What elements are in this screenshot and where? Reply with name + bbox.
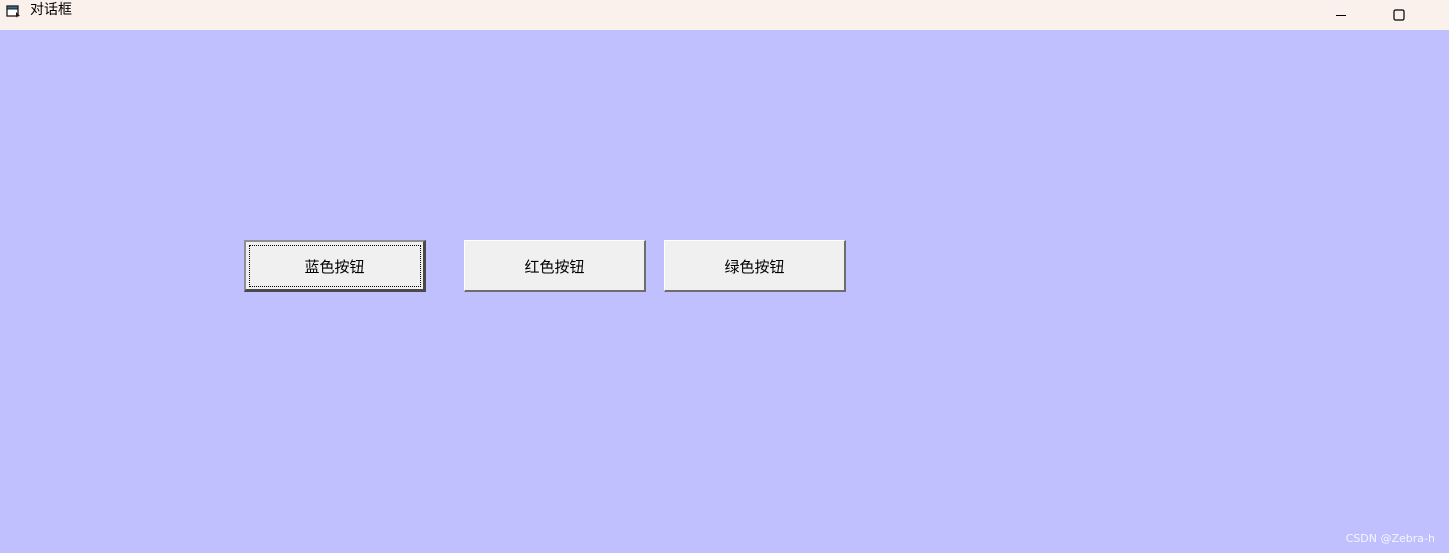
csdn-watermark: CSDN @Zebra-h xyxy=(1345,532,1435,545)
maximize-icon xyxy=(1393,9,1405,21)
minimize-icon xyxy=(1336,15,1346,16)
red-button-label: 红色按钮 xyxy=(524,258,585,276)
green-button[interactable]: 绿色按钮 xyxy=(664,240,846,292)
dialog-window: 对话框 蓝色按钮 红色按钮 绿色按钮 CSDN @Zebra-h xyxy=(0,0,1449,553)
minimize-button[interactable] xyxy=(1312,0,1370,30)
window-title: 对话框 xyxy=(30,2,72,18)
dialog-client-area: 蓝色按钮 红色按钮 绿色按钮 xyxy=(0,30,1449,553)
green-button-label: 绿色按钮 xyxy=(724,258,785,276)
blue-button[interactable]: 蓝色按钮 xyxy=(244,240,426,292)
dialog-app-icon[interactable] xyxy=(6,4,22,20)
title-bar[interactable]: 对话框 xyxy=(0,0,1449,30)
maximize-button[interactable] xyxy=(1370,0,1428,30)
blue-button-label: 蓝色按钮 xyxy=(304,258,365,276)
red-button[interactable]: 红色按钮 xyxy=(464,240,646,292)
